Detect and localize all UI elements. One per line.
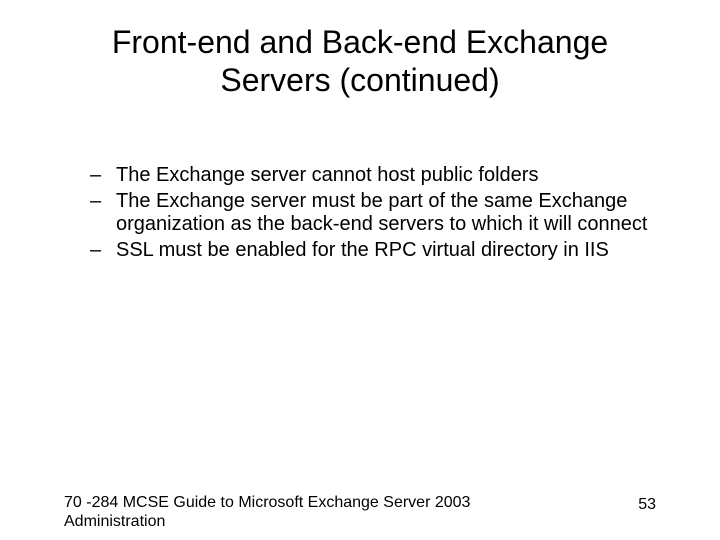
list-item: The Exchange server must be part of the … (90, 190, 650, 237)
list-item: The Exchange server cannot host public f… (90, 164, 650, 188)
bullet-list: The Exchange server cannot host public f… (90, 164, 650, 264)
footer-text: 70 -284 MCSE Guide to Microsoft Exchange… (64, 494, 494, 532)
slide-title: Front-end and Back-end Exchange Servers … (78, 24, 642, 100)
list-item: SSL must be enabled for the RPC virtual … (90, 239, 650, 263)
slide: Front-end and Back-end Exchange Servers … (0, 0, 720, 540)
page-number: 53 (638, 496, 656, 514)
